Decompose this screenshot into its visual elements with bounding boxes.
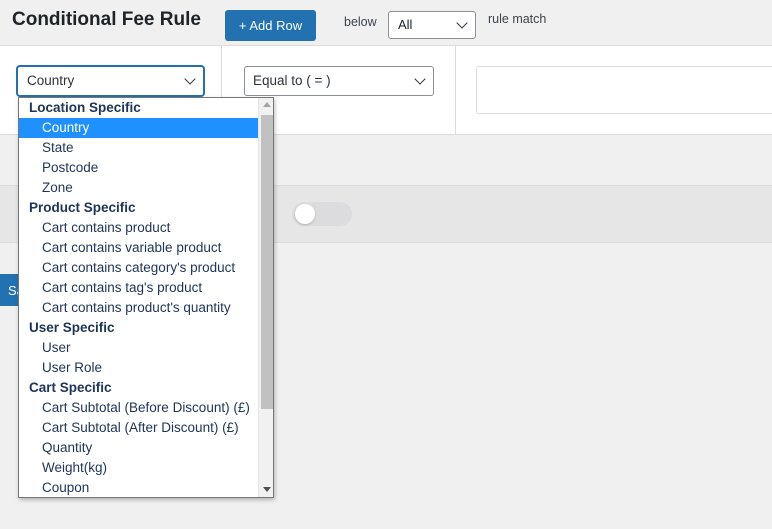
rule-match-label: rule match <box>488 12 547 26</box>
condition-value-input[interactable] <box>476 66 772 114</box>
page-header: Conditional Fee Rule + Add Row below All… <box>0 0 772 46</box>
dropdown-option[interactable]: Cart contains tag's product <box>19 278 258 298</box>
chevron-down-icon <box>456 17 468 29</box>
condition-dropdown-list: Location Specific Country State Postcode Zon… <box>18 97 274 498</box>
dropdown-option[interactable]: Zone <box>19 178 258 198</box>
dropdown-option[interactable]: Coupon <box>19 478 258 497</box>
chevron-down-icon <box>414 73 426 85</box>
dropdown-option[interactable]: Weight(kg) <box>19 458 258 478</box>
dropdown-option[interactable]: Quantity <box>19 438 258 458</box>
dropdown-option[interactable]: Cart Subtotal (After Discount) (£) <box>19 418 258 438</box>
option-group-label: User Specific <box>29 320 115 335</box>
option-group-label: Product Specific <box>29 200 136 215</box>
option-group-label: Cart Specific <box>29 380 112 395</box>
add-row-button[interactable]: + Add Row <box>225 10 316 41</box>
dropdown-option[interactable]: Postcode <box>19 158 258 178</box>
condition-select[interactable]: Country <box>17 66 204 96</box>
chevron-down-icon <box>184 73 196 85</box>
enable-toggle[interactable] <box>292 202 352 226</box>
dropdown-option[interactable]: Cart contains category's product <box>19 258 258 278</box>
dropdown-option[interactable]: User <box>19 338 258 358</box>
scroll-thumb[interactable] <box>261 115 273 409</box>
option-group-label: Location Specific <box>29 100 141 115</box>
dropdown-options: Location Specific Country State Postcode Zon… <box>19 98 258 497</box>
dropdown-option[interactable]: Cart contains variable product <box>19 238 258 258</box>
column-divider <box>455 46 456 135</box>
condition-select-value: Country <box>27 73 75 88</box>
dropdown-option[interactable]: Country <box>19 118 258 138</box>
below-label: below <box>344 15 377 29</box>
scroll-down-arrow-icon[interactable] <box>263 487 271 492</box>
scroll-up-arrow-icon[interactable] <box>263 102 271 107</box>
toggle-knob <box>295 204 315 224</box>
dropdown-option[interactable]: State <box>19 138 258 158</box>
dropdown-option[interactable]: User Role <box>19 358 258 378</box>
dropdown-scrollbar[interactable] <box>258 98 273 497</box>
dropdown-option[interactable]: Cart Subtotal (Before Discount) (£) <box>19 398 258 418</box>
operator-select[interactable]: Equal to ( = ) <box>244 66 434 96</box>
rule-match-select-value: All <box>398 17 413 32</box>
rule-match-select[interactable]: All <box>388 11 476 39</box>
dropdown-option[interactable]: Cart contains product <box>19 218 258 238</box>
operator-select-value: Equal to ( = ) <box>253 73 331 88</box>
page-title: Conditional Fee Rule <box>12 9 201 30</box>
dropdown-option[interactable]: Cart contains product's quantity <box>19 298 258 318</box>
